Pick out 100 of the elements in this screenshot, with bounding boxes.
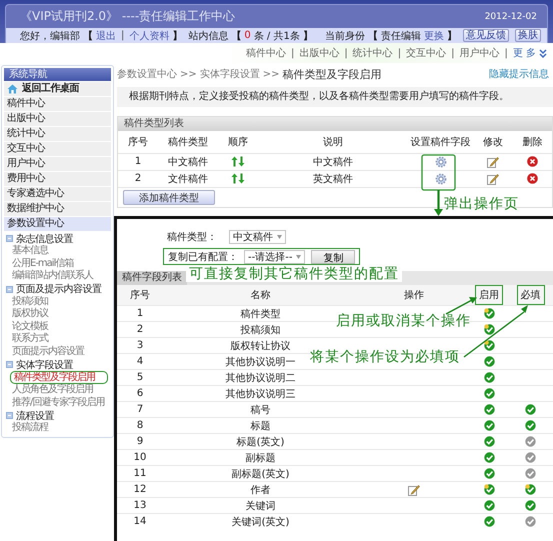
breadcrumb-link[interactable]: 参数设置中心 <box>117 67 177 81</box>
check-icon[interactable] <box>484 340 494 351</box>
sidebar-subitem[interactable]: 人员角色及字段启用 <box>4 384 111 396</box>
sidebar-subitem[interactable]: 联系方式 <box>4 333 111 346</box>
role-text: 责任编辑 <box>381 30 421 42</box>
nav-link[interactable]: 统计中心 <box>352 46 393 60</box>
sidebar-subitem[interactable]: 投稿须知 <box>4 296 111 308</box>
sort-arrows-icon[interactable] <box>230 173 246 184</box>
check-icon[interactable] <box>484 500 494 511</box>
check-icon[interactable] <box>484 436 494 447</box>
check-icon[interactable] <box>525 468 536 479</box>
sidebar-item[interactable]: 交互中心 <box>4 142 111 157</box>
group-label[interactable]: 实体字段设置 <box>16 358 73 372</box>
sidebar-item[interactable]: 费用中心 <box>4 172 111 187</box>
sidebar-item[interactable]: 用户中心 <box>4 157 111 172</box>
home-icon <box>7 84 18 94</box>
messages-total: 条 / 共1条 <box>254 30 300 42</box>
sidebar-subitem[interactable]: 稿件类型及字段启用 <box>10 371 108 384</box>
bracket-text: 【 <box>368 30 378 42</box>
table-cell: 其他协议说明三 <box>226 388 296 400</box>
sidebar-subitem[interactable]: 版权协议 <box>4 308 111 320</box>
nav-link[interactable]: 出版中心 <box>299 46 340 60</box>
user-link[interactable]: 退出 <box>96 28 116 42</box>
sidebar-subitem[interactable]: 论文模板 <box>4 320 111 333</box>
change-link[interactable]: 更换 <box>424 28 444 42</box>
breadcrumb-separator: >> <box>180 68 197 80</box>
check-icon[interactable] <box>484 404 494 415</box>
group-label[interactable]: 页面及提示内容设置 <box>16 282 102 296</box>
group-label[interactable]: 杂志信息设置 <box>16 232 73 246</box>
check-icon[interactable] <box>484 468 494 479</box>
table-cell: 14 <box>134 516 146 528</box>
add-type-button[interactable]: 添加稿件类型 <box>123 190 215 205</box>
collapse-icon[interactable] <box>6 235 13 242</box>
more-link[interactable]: 更 多 <box>512 46 536 60</box>
check-icon[interactable] <box>525 436 536 447</box>
check-icon[interactable] <box>525 420 536 431</box>
sidebar-item[interactable]: 参数设置中心 <box>4 217 111 232</box>
delete-icon[interactable] <box>527 173 538 184</box>
check-icon[interactable] <box>484 420 494 431</box>
check-icon[interactable] <box>484 452 494 463</box>
edit-icon[interactable] <box>487 156 499 168</box>
nav-link[interactable]: 稿件中心 <box>246 46 286 60</box>
header-button[interactable]: 意见反馈 <box>463 29 509 42</box>
collapse-icon[interactable] <box>6 412 13 419</box>
group-label[interactable]: 流程设置 <box>16 408 54 422</box>
double-chevron-icon[interactable] <box>539 48 547 58</box>
tab[interactable]: 稿件字段列表 <box>117 271 187 285</box>
sidebar-item[interactable]: 数据维护中心 <box>4 202 111 217</box>
check-icon[interactable] <box>484 324 494 335</box>
sort-arrows-icon[interactable] <box>230 156 246 167</box>
check-icon[interactable] <box>484 356 494 367</box>
table-cell: 5 <box>136 372 144 383</box>
sidebar-subitem[interactable]: 公用E-mail信箱 <box>4 258 111 270</box>
check-icon[interactable] <box>525 404 536 415</box>
edit-icon[interactable] <box>408 484 420 496</box>
check-icon[interactable] <box>525 484 536 495</box>
check-icon[interactable] <box>484 484 494 495</box>
check-icon[interactable] <box>484 372 494 383</box>
copy-button[interactable]: 复制 <box>311 250 356 264</box>
sidebar-subitem[interactable]: 推荐/回避专家字段启用 <box>4 396 111 409</box>
sidebar-subitem[interactable]: 页面提示内容设置 <box>4 346 111 358</box>
table-cell: 其他协议说明二 <box>226 372 296 384</box>
collapse-icon[interactable] <box>6 361 13 368</box>
sidebar-subitem[interactable]: 基本信息 <box>4 245 111 258</box>
sidebar-item[interactable]: 专家遴选中心 <box>4 187 111 202</box>
column-header: 说明 <box>258 131 408 153</box>
user-link[interactable]: 个人资料 <box>129 28 170 42</box>
sidebar-item[interactable]: 稿件中心 <box>4 97 111 112</box>
column-header: 序号 <box>130 290 150 301</box>
check-icon[interactable] <box>525 500 536 511</box>
sidebar-subitem[interactable]: 投稿流程 <box>4 422 111 434</box>
check-icon[interactable] <box>525 452 536 463</box>
collapse-icon[interactable] <box>6 286 13 292</box>
hide-hint-link[interactable]: 隐藏提示信息 <box>489 67 553 81</box>
caret-icon <box>296 254 302 258</box>
header-button[interactable]: 换肤 <box>515 29 541 42</box>
table-cell: 1 <box>136 308 144 319</box>
home-link[interactable]: 返回工作桌面 <box>4 82 111 97</box>
delete-icon[interactable] <box>527 156 538 167</box>
panel-title: 稿件类型列表 <box>118 117 552 131</box>
breadcrumb-link[interactable]: 实体字段设置 <box>200 67 260 81</box>
copy-select[interactable]: --请选择-- <box>244 250 306 264</box>
nav-link[interactable]: 用户中心 <box>459 46 500 60</box>
check-icon[interactable] <box>484 388 494 399</box>
unread-count[interactable]: 0 <box>244 30 251 41</box>
check-icon[interactable] <box>484 516 494 528</box>
edit-icon[interactable] <box>487 172 499 185</box>
gear-icon[interactable] <box>434 172 446 185</box>
sidebar-item[interactable]: 统计中心 <box>4 127 111 142</box>
type-select[interactable]: 中文稿件 <box>229 230 286 244</box>
check-icon[interactable] <box>525 516 536 528</box>
annotation-text: 弹出操作页 <box>444 196 519 212</box>
sidebar-subitem[interactable]: 编辑部站内信联系人 <box>4 270 111 282</box>
sidebar-item[interactable]: 出版中心 <box>4 112 111 127</box>
bracket-text: 】 <box>447 30 457 42</box>
gear-icon[interactable] <box>434 156 446 168</box>
breadcrumb-separator: >> <box>262 68 280 80</box>
check-icon[interactable] <box>484 308 494 319</box>
table-cell: 稿件类型 <box>240 308 280 320</box>
nav-link[interactable]: 交互中心 <box>406 46 446 60</box>
